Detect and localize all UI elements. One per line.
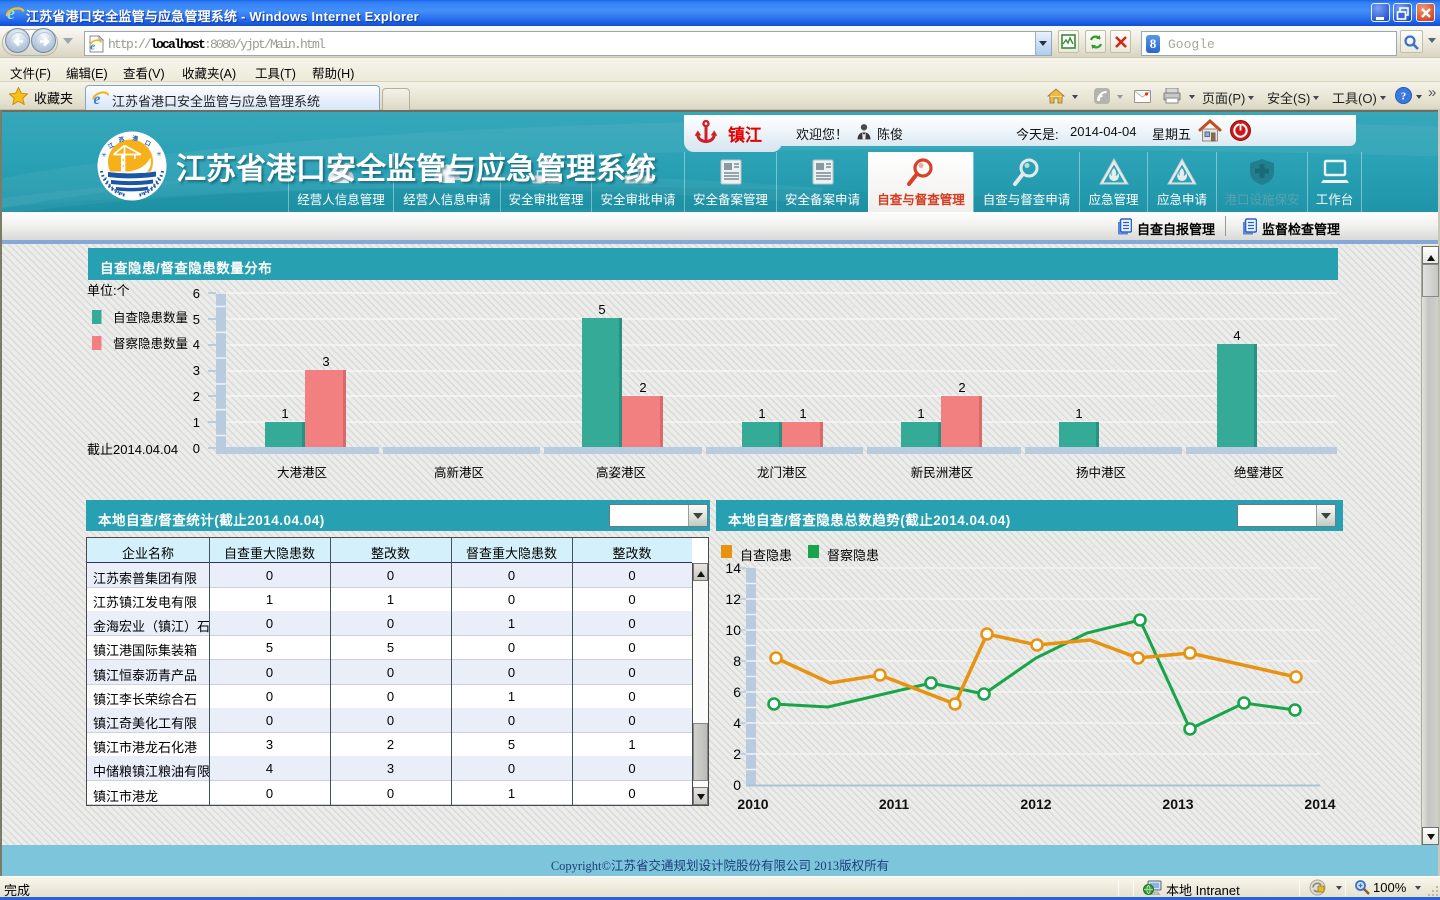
svg-text:督察隐患数量: 督察隐患数量: [113, 336, 188, 351]
svg-text:高姿港区: 高姿港区: [596, 465, 646, 480]
svg-text:自查隐患数量: 自查隐患数量: [113, 310, 188, 325]
svg-text:3: 3: [193, 363, 200, 378]
svg-text:12: 12: [725, 591, 741, 607]
svg-text:截止2014.04.04: 截止2014.04.04: [87, 442, 178, 457]
svg-text:2013: 2013: [1162, 796, 1193, 812]
svg-text:10: 10: [725, 622, 741, 638]
svg-text:4: 4: [1233, 328, 1240, 343]
svg-text:0: 0: [733, 777, 741, 793]
svg-text:2: 2: [193, 389, 200, 404]
svg-text:大港港区: 大港港区: [277, 466, 327, 480]
svg-text:龙门港区: 龙门港区: [757, 465, 807, 480]
svg-text:1: 1: [281, 406, 288, 421]
svg-text:5: 5: [598, 302, 605, 317]
svg-text:14: 14: [725, 560, 741, 576]
svg-text:1: 1: [193, 415, 200, 430]
svg-text:单位:个: 单位:个: [87, 283, 130, 298]
svg-text:1: 1: [799, 406, 806, 421]
svg-text:2012: 2012: [1020, 796, 1051, 812]
svg-text:2010: 2010: [737, 796, 768, 812]
svg-text:新民洲港区: 新民洲港区: [911, 465, 974, 480]
svg-text:3: 3: [322, 354, 329, 369]
svg-text:高新港区: 高新港区: [434, 465, 484, 480]
svg-text:2011: 2011: [879, 796, 910, 812]
svg-text:1: 1: [758, 406, 765, 421]
svg-text:2014: 2014: [1304, 796, 1335, 812]
svg-text:2: 2: [958, 380, 965, 395]
svg-text:1: 1: [1075, 406, 1082, 421]
svg-text:0: 0: [193, 441, 200, 456]
svg-text:绝璧港区: 绝璧港区: [1234, 465, 1284, 480]
svg-text:6: 6: [193, 286, 200, 301]
svg-text:5: 5: [193, 312, 200, 327]
svg-text:2: 2: [639, 380, 646, 395]
svg-text:1: 1: [917, 406, 924, 421]
svg-text:?: ?: [1401, 91, 1407, 103]
svg-text:4: 4: [193, 337, 200, 352]
svg-text:扬中港区: 扬中港区: [1076, 465, 1126, 480]
